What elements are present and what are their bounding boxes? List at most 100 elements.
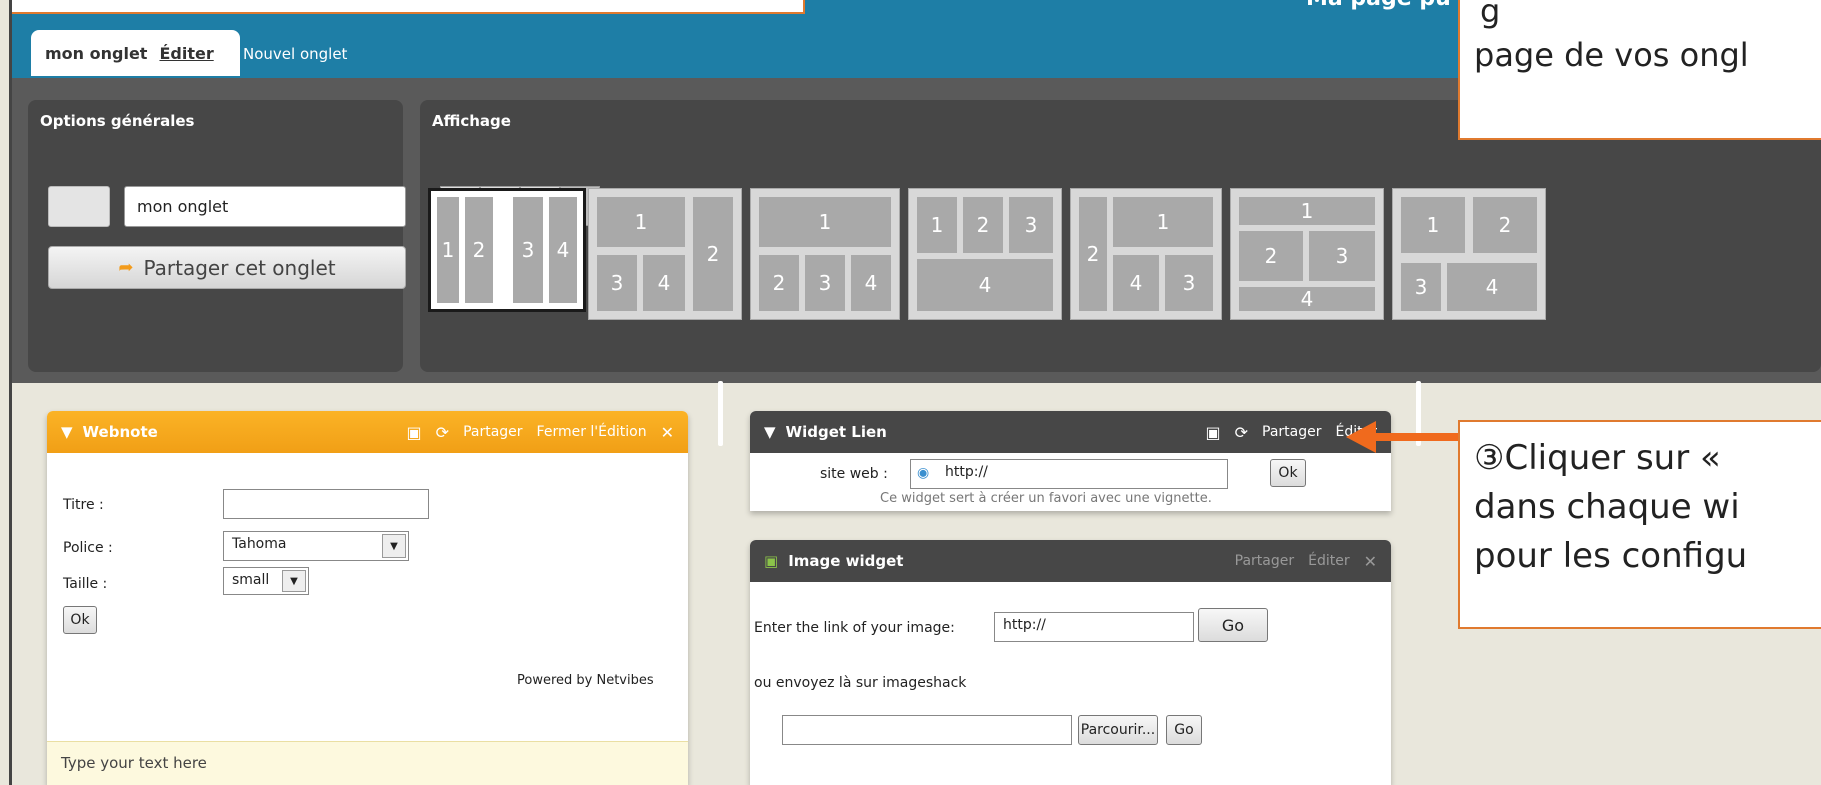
site-web-label: site web : <box>820 466 888 482</box>
layout-option-6[interactable]: 1 2 3 4 <box>1230 188 1384 320</box>
webnote-close-edit-link[interactable]: Fermer l'Édition <box>537 424 647 440</box>
annotation-partial-text: g <box>1480 0 1501 30</box>
note-text-area[interactable]: Type your text here <box>47 741 688 785</box>
police-select[interactable]: Tahoma ▼ <box>223 531 409 561</box>
layout-box: 4 <box>643 255 685 311</box>
collapse-triangle-icon[interactable]: ▼ <box>61 423 73 441</box>
webnote-share-link[interactable]: Partager <box>463 424 522 440</box>
titre-input[interactable] <box>223 489 429 519</box>
layout-box: 4 <box>1113 255 1159 311</box>
chevron-down-icon: ▼ <box>382 534 406 558</box>
layout-option-4[interactable]: 1 2 3 4 <box>908 188 1062 320</box>
tab-name-input[interactable]: mon onglet <box>124 186 406 227</box>
layout-box: 3 <box>1165 255 1213 311</box>
taille-value: small <box>232 572 270 588</box>
image-widget-edit-link[interactable]: Éditer <box>1308 553 1349 569</box>
left-border <box>0 0 12 785</box>
menu-dropdown-icon[interactable]: ▣ <box>1206 423 1221 442</box>
share-tab-button[interactable]: ➦ Partager cet onglet <box>48 246 406 289</box>
tab-name[interactable]: mon onglet <box>45 44 147 63</box>
webnote-ok-button[interactable]: Ok <box>63 606 97 634</box>
site-web-value: http:// <box>945 464 988 480</box>
layout-option-7[interactable]: 1 2 3 4 <box>1392 188 1546 320</box>
layout-box: 2 <box>1239 231 1303 281</box>
close-icon[interactable]: ✕ <box>661 423 674 442</box>
tab-color-picker[interactable] <box>48 186 110 227</box>
tab-new[interactable]: Nouvel onglet <box>243 45 347 63</box>
share-arrow-icon: ➦ <box>118 257 134 278</box>
layout-box: 2 <box>759 255 799 311</box>
police-value: Tahoma <box>232 536 287 552</box>
layout-box: 3 <box>513 197 543 303</box>
layout-box: 4 <box>851 255 891 311</box>
layout-box: 4 <box>1239 287 1375 311</box>
widget-lien-title: Widget Lien <box>785 423 887 441</box>
general-options-title: Options générales <box>40 112 195 130</box>
layout-box: 1 <box>437 197 459 303</box>
layout-box: 2 <box>1079 197 1107 311</box>
site-web-input[interactable]: ◉ http:// <box>910 459 1228 489</box>
annotation-arrow-head-icon <box>1346 421 1376 453</box>
image-link-label: Enter the link of your image: <box>754 620 955 636</box>
share-tab-label: Partager cet onglet <box>143 255 336 280</box>
layout-option-2[interactable]: 1 3 4 2 <box>588 188 742 320</box>
police-label: Police : <box>63 540 113 556</box>
file-path-input[interactable] <box>782 715 1072 745</box>
layout-box: 2 <box>465 197 493 303</box>
annotation-line-2: dans chaque wi <box>1474 487 1740 527</box>
close-icon[interactable]: ✕ <box>1364 552 1377 571</box>
column-divider <box>718 381 723 446</box>
annotation-line-1: ③Cliquer sur « <box>1474 438 1721 478</box>
titre-label: Titre : <box>63 497 104 513</box>
layout-box: 2 <box>963 197 1003 253</box>
layout-box: 1 <box>1113 197 1213 247</box>
layout-box: 3 <box>1309 231 1375 281</box>
display-title: Affichage <box>432 112 511 130</box>
layout-option-3[interactable]: 1 2 3 4 <box>750 188 900 320</box>
refresh-icon[interactable]: ⟳ <box>436 423 449 442</box>
layout-box: 4 <box>917 259 1053 311</box>
browse-button[interactable]: Parcourir... <box>1078 715 1158 745</box>
image-widget: ▣ Image widget Partager Éditer ✕ Enter t… <box>750 540 1391 785</box>
refresh-icon[interactable]: ⟳ <box>1235 423 1248 442</box>
annotation-text: page de vos ongl <box>1474 36 1749 74</box>
widget-lien-share-link[interactable]: Partager <box>1262 424 1321 440</box>
layout-box: 2 <box>693 197 733 311</box>
layout-box: 3 <box>1401 263 1441 311</box>
layout-box: 4 <box>1447 263 1537 311</box>
annotation-line-3: pour les configu <box>1474 536 1748 576</box>
chevron-down-icon: ▼ <box>282 570 306 592</box>
layout-box: 1 <box>917 197 957 253</box>
image-widget-header[interactable]: ▣ Image widget Partager Éditer ✕ <box>750 540 1391 582</box>
webnote-header[interactable]: ▼ Webnote ▣ ⟳ Partager Fermer l'Édition … <box>47 411 688 453</box>
display-panel: Affichage 1 2 3 4 boxes 1 2 3 4 1 3 4 2 … <box>420 100 1821 372</box>
layout-box: 3 <box>597 255 637 311</box>
layout-box: 3 <box>1009 197 1053 253</box>
imageshack-label: ou envoyez là sur imageshack <box>754 675 967 691</box>
image-go-button[interactable]: Go <box>1198 608 1268 642</box>
menu-dropdown-icon[interactable]: ▣ <box>407 423 422 442</box>
page-title: Ma page pu <box>1306 0 1451 11</box>
webnote-title: Webnote <box>82 423 158 441</box>
image-widget-share-link[interactable]: Partager <box>1235 553 1294 569</box>
general-options-panel: Options générales mon onglet ➦ Partager … <box>28 100 406 372</box>
layout-box: 1 <box>1401 197 1465 253</box>
layout-option-1[interactable]: 1 2 3 4 <box>428 188 586 312</box>
widget-lien-header[interactable]: ▼ Widget Lien ▣ ⟳ Partager Éditer <box>750 411 1391 453</box>
collapse-triangle-icon[interactable]: ▼ <box>764 423 776 441</box>
widget-lien-ok-button[interactable]: Ok <box>1270 459 1306 487</box>
layout-box: 1 <box>597 197 685 247</box>
widget-lien: ▼ Widget Lien ▣ ⟳ Partager Éditer site w… <box>750 411 1391 511</box>
widget-lien-help: Ce widget sert à créer un favori avec un… <box>880 491 1212 506</box>
layout-box: 3 <box>805 255 845 311</box>
tab-mon-onglet[interactable]: mon onglet Éditer <box>31 30 240 76</box>
layout-box: 1 <box>759 197 891 247</box>
upload-go-button[interactable]: Go <box>1166 715 1202 745</box>
layout-box: 2 <box>1473 197 1537 253</box>
taille-select[interactable]: small ▼ <box>223 567 309 595</box>
tab-edit-link[interactable]: Éditer <box>159 44 213 63</box>
globe-icon: ◉ <box>917 465 930 481</box>
image-link-input[interactable]: http:// <box>994 612 1194 642</box>
webnote-widget: ▼ Webnote ▣ ⟳ Partager Fermer l'Édition … <box>47 411 688 785</box>
layout-option-5[interactable]: 2 1 4 3 <box>1070 188 1222 320</box>
